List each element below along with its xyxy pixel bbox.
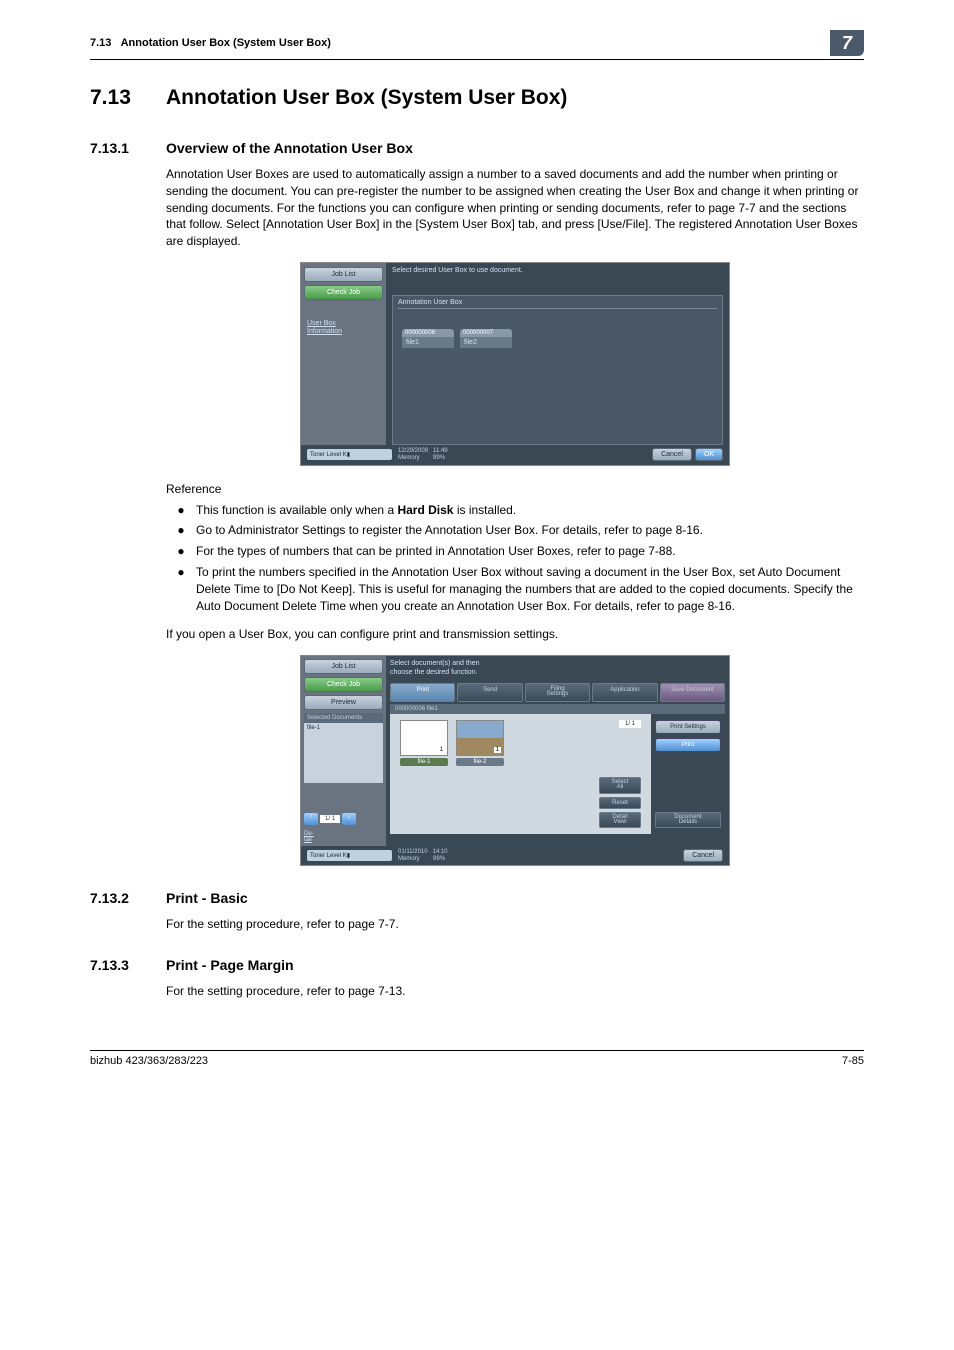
sec1-para: Annotation User Boxes are used to automa… — [166, 166, 864, 250]
footer-left: bizhub 423/363/283/223 — [90, 1055, 208, 1067]
chapter-badge: 7 — [830, 30, 864, 56]
document-canvas: 1/ 1 1 file-1 1 file-2 — [390, 714, 651, 835]
annotation-panel: Annotation User Box 000000006 file1 0000… — [392, 295, 723, 445]
status-info: 01/11/2010 14:10 Memory 99% — [392, 849, 680, 862]
folder-file1[interactable]: 000000006 file1 — [402, 329, 454, 348]
job-list-tab[interactable]: Job List — [304, 267, 383, 282]
h2-7-13-1: 7.13.1 Overview of the Annotation User B… — [90, 140, 864, 156]
filing-settings-tab[interactable]: Filing Settings — [525, 683, 590, 702]
screenshot-1-wrap: Job List Check Job User Box Information … — [166, 262, 864, 466]
job-list-tab[interactable]: Job List — [304, 659, 383, 674]
bullet-icon: ● — [166, 564, 196, 614]
toner-level: Toner Level K▮ — [307, 850, 392, 861]
screenshot-2-wrap: Job List Check Job Preview Selected Docu… — [166, 655, 864, 866]
screenshot-2: Job List Check Job Preview Selected Docu… — [300, 655, 730, 866]
selected-docs-header: Selected Documents — [304, 713, 383, 723]
actions-sidebar: Print Settings Print Document Details — [651, 714, 725, 835]
footer-right: 7-85 — [842, 1055, 864, 1067]
h2-number: 7.13.2 — [90, 890, 166, 906]
bullet-icon: ● — [166, 543, 196, 560]
list-item: ● To print the numbers specified in the … — [166, 564, 864, 614]
bullet-icon: ● — [166, 502, 196, 519]
cancel-button[interactable]: Cancel — [683, 849, 723, 862]
status-info: 12/29/2009 11:49 Memory 99% — [392, 448, 649, 461]
list-item: ● This function is available only when a… — [166, 502, 864, 519]
toner-level: Toner Level K▮ — [307, 449, 392, 460]
print-settings-button[interactable]: Print Settings — [655, 720, 721, 734]
sec3-body: For the setting procedure, refer to page… — [166, 983, 864, 1000]
folder-file2[interactable]: 000000007 file2 — [460, 329, 512, 348]
thumb-file-1[interactable]: 1 file-1 — [400, 720, 448, 766]
instruction-text: Select document(s) and then choose the d… — [390, 660, 725, 677]
print-tab[interactable]: Print — [390, 683, 455, 702]
detail-link[interactable]: De- tail — [304, 831, 314, 843]
h2-number: 7.13.3 — [90, 957, 166, 973]
h1-title: Annotation User Box (System User Box) — [166, 86, 567, 110]
thumb2-label: file-2 — [456, 758, 504, 766]
screenshot-1: Job List Check Job User Box Information … — [300, 262, 730, 466]
select-all-button[interactable]: Select All — [599, 777, 641, 794]
reference-label: Reference — [166, 482, 864, 496]
reset-button[interactable]: Reset — [599, 797, 641, 809]
running-header: 7.13 Annotation User Box (System User Bo… — [90, 30, 864, 60]
ok-button[interactable]: OK — [695, 448, 723, 461]
header-section: 7.13 Annotation User Box (System User Bo… — [90, 37, 331, 49]
cancel-button[interactable]: Cancel — [652, 448, 692, 461]
userbox-info-link[interactable]: User Box Information — [304, 317, 345, 338]
h2-title: Print - Basic — [166, 890, 248, 906]
h2-7-13-2: 7.13.2 Print - Basic — [90, 890, 864, 906]
page-footer: bizhub 423/363/283/223 7-85 — [90, 1050, 864, 1067]
h2-number: 7.13.1 — [90, 140, 166, 156]
print-button[interactable]: Print — [655, 738, 721, 752]
page-indicator: 1/ 1 — [320, 815, 340, 823]
save-document-tab[interactable]: Save Document — [660, 683, 725, 702]
sec1-para2: If you open a User Box, you can configur… — [166, 626, 864, 643]
canvas-pager: 1/ 1 — [619, 720, 641, 728]
sec2-body: For the setting procedure, refer to page… — [166, 916, 864, 933]
h2-7-13-3: 7.13.3 Print - Page Margin — [90, 957, 864, 973]
bullet-icon: ● — [166, 522, 196, 539]
send-tab[interactable]: Send — [457, 683, 522, 702]
h1-number: 7.13 — [90, 86, 166, 110]
h2-title: Overview of the Annotation User Box — [166, 140, 413, 156]
preview-tab[interactable]: Preview — [304, 695, 383, 710]
arrow-down-icon[interactable]: ↓ — [342, 813, 356, 825]
detail-view-button[interactable]: Detail View — [599, 812, 641, 829]
folder1-name: file1 — [402, 337, 454, 348]
check-job-tab[interactable]: Check Job — [304, 285, 383, 300]
selected-docs-list: file-1 — [304, 723, 383, 783]
list-item: ● Go to Administrator Settings to regist… — [166, 522, 864, 539]
panel-title: Annotation User Box — [398, 299, 717, 306]
list-item: ● For the types of numbers that can be p… — [166, 543, 864, 560]
application-tab[interactable]: Application — [592, 683, 657, 702]
arrow-up-icon[interactable]: ↑ — [304, 813, 318, 825]
thumb1-label: file-1 — [400, 758, 448, 766]
check-job-tab[interactable]: Check Job — [304, 677, 383, 692]
h2-title: Print - Page Margin — [166, 957, 294, 973]
selected-item: file-1 — [307, 725, 320, 731]
reference-bullets: ● This function is available only when a… — [166, 502, 864, 615]
thumb-file-2[interactable]: 1 file-2 — [456, 720, 504, 766]
folder2-id: 000000007 — [460, 329, 512, 337]
instruction-text: Select desired User Box to use document. — [392, 267, 723, 275]
box-subheader: 000000006 file1 — [390, 704, 725, 714]
folder2-name: file2 — [460, 337, 512, 348]
folder1-id: 000000006 — [402, 329, 454, 337]
h1-heading: 7.13 Annotation User Box (System User Bo… — [90, 86, 864, 110]
document-details-button[interactable]: Document Details — [655, 812, 721, 829]
